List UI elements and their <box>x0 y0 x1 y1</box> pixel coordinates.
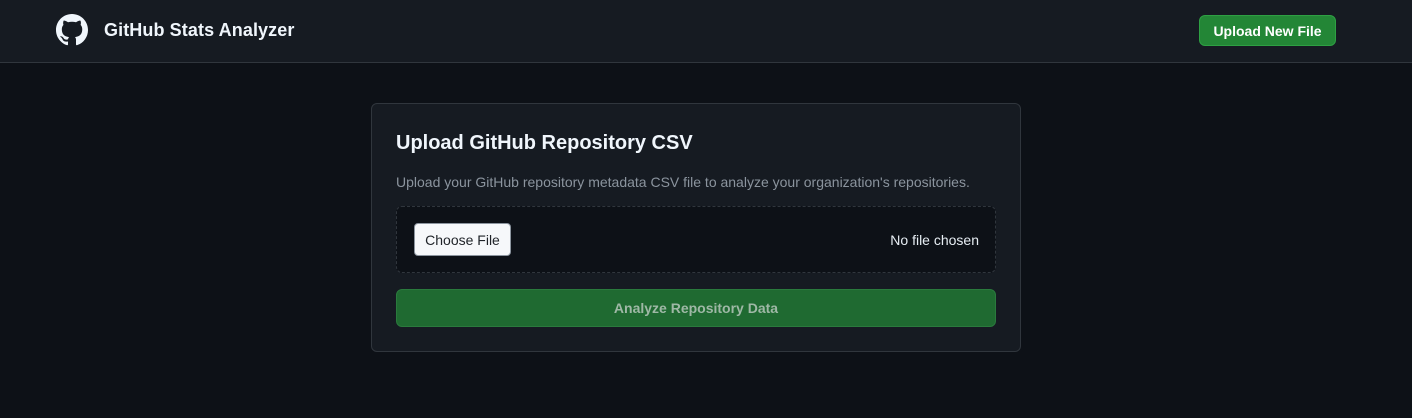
analyze-repository-button[interactable]: Analyze Repository Data <box>396 289 996 327</box>
file-status-text: No file chosen <box>890 232 979 248</box>
file-dropzone[interactable]: Choose File No file chosen <box>396 206 996 273</box>
upload-new-file-button[interactable]: Upload New File <box>1199 15 1336 46</box>
upload-card: Upload GitHub Repository CSV Upload your… <box>371 103 1021 352</box>
card-title: Upload GitHub Repository CSV <box>396 132 693 154</box>
app-title: GitHub Stats Analyzer <box>104 19 295 40</box>
brand: GitHub Stats Analyzer <box>56 14 294 46</box>
choose-file-button[interactable]: Choose File <box>414 223 511 256</box>
card-description: Upload your GitHub repository metadata C… <box>396 174 970 190</box>
top-navbar: GitHub Stats Analyzer Upload New File <box>0 0 1412 63</box>
github-icon <box>56 14 88 46</box>
